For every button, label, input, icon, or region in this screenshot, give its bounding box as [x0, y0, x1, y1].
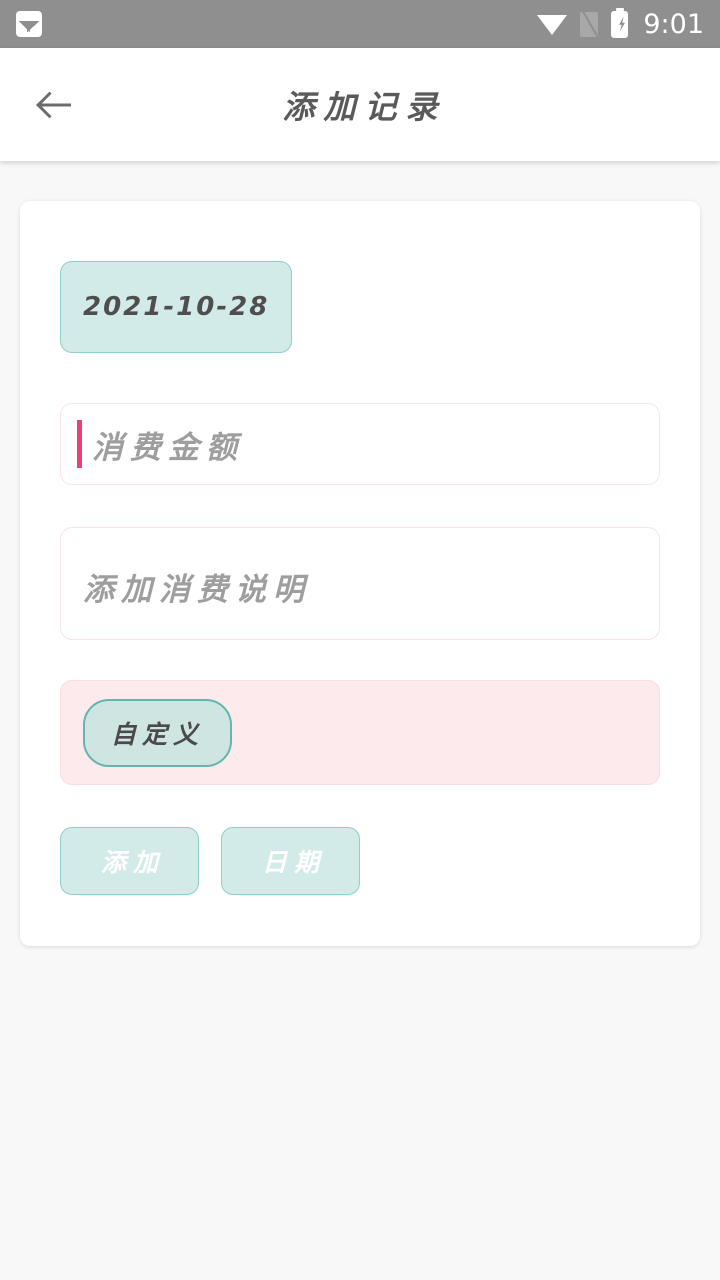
- photo-notification-icon: [16, 11, 42, 37]
- date-button-label: 日期: [261, 848, 326, 877]
- date-chip-label: 2021-10-28: [83, 292, 270, 322]
- app-bar: 添加记录: [0, 48, 720, 161]
- status-bar-right: 9:01: [537, 8, 704, 40]
- status-bar-clock: 9:01: [643, 8, 704, 40]
- add-button[interactable]: 添加: [60, 827, 199, 895]
- status-bar: 9:01: [0, 0, 720, 48]
- category-tag-label: 自定义: [111, 719, 205, 749]
- date-button[interactable]: 日期: [221, 827, 360, 895]
- note-input-placeholder: 添加消费说明: [83, 572, 311, 608]
- battery-charging-icon: [611, 10, 629, 38]
- back-button[interactable]: [28, 77, 84, 133]
- amount-input-placeholder: 消费金额: [92, 429, 244, 466]
- add-button-label: 添加: [100, 848, 165, 877]
- wifi-icon: [537, 13, 568, 35]
- arrow-left-icon: [39, 92, 73, 118]
- no-sim-icon: [580, 11, 599, 37]
- category-tag-custom[interactable]: 自定义: [83, 698, 233, 767]
- status-bar-left: [16, 11, 42, 37]
- amount-input[interactable]: 消费金额: [60, 403, 660, 485]
- page-body: 2021-10-28 消费金额 添加消费说明 自定义 添加 日期: [0, 161, 720, 1280]
- page-title: 添加记录: [282, 87, 447, 126]
- note-input[interactable]: 添加消费说明: [60, 527, 660, 640]
- add-record-card: 2021-10-28 消费金额 添加消费说明 自定义 添加 日期: [20, 201, 700, 946]
- date-chip[interactable]: 2021-10-28: [60, 261, 293, 353]
- action-button-row: 添加 日期: [60, 827, 660, 895]
- text-caret: [77, 420, 82, 468]
- category-panel: 自定义: [60, 680, 660, 785]
